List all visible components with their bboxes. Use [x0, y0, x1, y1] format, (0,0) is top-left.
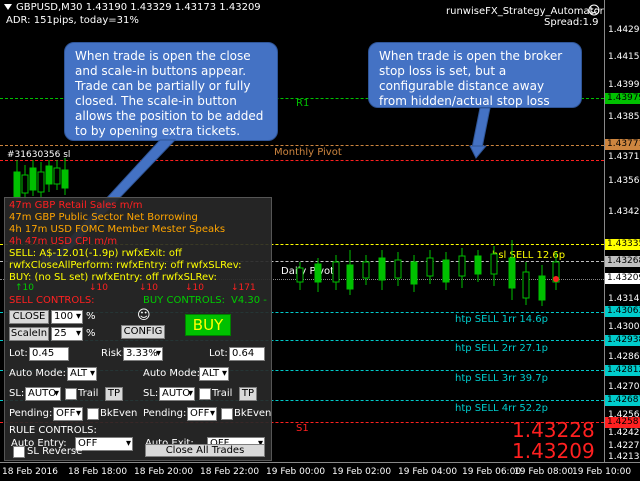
- price-tick: 1.43140: [608, 294, 640, 304]
- config-button[interactable]: CONFIG: [121, 325, 165, 339]
- sell-sl-select[interactable]: AUTO: [25, 387, 61, 401]
- buy-sl-label: SL:: [143, 388, 159, 399]
- time-tick: 18 Feb 2016: [2, 467, 59, 477]
- price-tick: 1.43000: [608, 322, 640, 332]
- rule-controls-title: RULE CONTROLS:: [9, 425, 97, 436]
- scale-in-button[interactable]: ScaleIn: [9, 327, 49, 341]
- sell-auto-mode-label: Auto Mode:: [9, 368, 67, 379]
- status-line-buy: BUY: (no SL set) rwfxEntry: off rwfxSLRe…: [9, 272, 217, 283]
- time-tick: 18 Feb 18:00: [68, 467, 128, 477]
- sell-pending-label: Pending:: [9, 408, 53, 419]
- time-axis: 18 Feb 2016 18 Feb 18:00 18 Feb 20:00 18…: [0, 462, 640, 481]
- version-label: V4.30 -: [231, 295, 267, 306]
- sell-lot-label: Lot:: [9, 348, 28, 359]
- scale-in-percent-select[interactable]: 25: [51, 327, 83, 341]
- time-tick: 18 Feb 20:00: [134, 467, 194, 477]
- signal-arrow-up: ↑10: [15, 283, 34, 293]
- sell-lot-input[interactable]: 0.45: [29, 347, 69, 361]
- hsl-price-tag: 1.43335: [605, 239, 640, 250]
- s1-price-tag: 1.42587: [605, 417, 640, 428]
- buy-bkeven-label: BkEven: [234, 408, 272, 419]
- price-tick: 1.43715: [608, 152, 640, 162]
- price-tick: 1.44290: [608, 25, 640, 35]
- close-percent-unit: %: [86, 311, 96, 322]
- news-item: 4h 17m USD FOMC Member Mester Speaks: [9, 224, 226, 235]
- risk-select[interactable]: 3.33%: [123, 347, 163, 361]
- price-tick: 1.43995: [608, 80, 640, 90]
- sl-reverse-label: SL Reverse: [27, 446, 83, 457]
- strategy-automator-panel: 47m GBP Retail Sales m/m 47m GBP Public …: [4, 197, 272, 461]
- time-tick: 19 Feb 08:00: [514, 467, 574, 477]
- pivot-price-tag: 1.43268: [605, 256, 640, 267]
- price-tick: 1.42270: [608, 441, 640, 451]
- sell-bkeven-label: BkEven: [100, 408, 138, 419]
- buy-trail-label: Trail: [212, 388, 233, 399]
- buy-pending-label: Pending:: [143, 408, 187, 419]
- smiley-icon: ☺: [137, 308, 151, 323]
- buy-auto-mode-label: Auto Mode:: [143, 368, 201, 379]
- sell-trail-checkbox[interactable]: [65, 388, 77, 400]
- signal-arrow-down: ↓10: [185, 283, 204, 293]
- close-all-trades-button[interactable]: Close All Trades: [145, 444, 265, 457]
- htp2-price-tag: 1.42938: [605, 335, 640, 346]
- auto-entry-select[interactable]: OFF: [75, 437, 133, 451]
- buy-tp-button[interactable]: TP: [239, 387, 257, 401]
- buy-button[interactable]: BUY: [185, 314, 231, 336]
- news-item: 47m GBP Retail Sales m/m: [9, 200, 143, 211]
- r1-price-tag: 1.43979: [605, 93, 640, 104]
- status-line-sell: SELL: A$-12.01(-1.9p) rwfxExit: off: [9, 248, 182, 259]
- news-item: 47m GBP Public Sector Net Borrowing: [9, 212, 198, 223]
- htp3-price-tag: 1.42812: [605, 365, 640, 376]
- sell-auto-mode-select[interactable]: ALT: [67, 367, 97, 381]
- buy-trail-checkbox[interactable]: [199, 388, 211, 400]
- scale-in-percent-unit: %: [86, 328, 96, 339]
- price-tick: 1.42130: [608, 452, 640, 462]
- close-button[interactable]: CLOSE: [9, 310, 49, 324]
- signal-arrow-down: ↓171: [231, 283, 256, 293]
- buy-lot-label: Lot:: [209, 348, 228, 359]
- price-tick: 1.42425: [608, 428, 640, 438]
- buy-pending-select[interactable]: OFF: [187, 407, 217, 421]
- signal-arrow-down: ↓10: [139, 283, 158, 293]
- monthly-pivot-price-tag: 1.43771: [605, 139, 640, 150]
- time-tick: 18 Feb 22:00: [200, 467, 260, 477]
- news-item: 4h 47m USD CPI m/m: [9, 236, 118, 247]
- price-tick: 1.44150: [608, 52, 640, 62]
- htp1-price-tag: 1.43063: [605, 306, 640, 317]
- signal-arrow-down: ↓10: [89, 283, 108, 293]
- ask-price: 1.43209: [512, 439, 595, 462]
- buy-auto-mode-select[interactable]: ALT: [199, 367, 229, 381]
- bid-price-tag: 1.43209: [605, 273, 640, 284]
- price-tick: 1.42860: [608, 352, 640, 362]
- buy-lot-input[interactable]: 0.64: [229, 347, 265, 361]
- time-tick: 19 Feb 02:00: [332, 467, 392, 477]
- time-tick: 19 Feb 00:00: [266, 467, 326, 477]
- time-tick: 19 Feb 04:00: [398, 467, 458, 477]
- buy-controls-title: BUY CONTROLS:: [143, 295, 226, 306]
- sl-reverse-checkbox[interactable]: [13, 446, 25, 458]
- price-tick: 1.42705: [608, 382, 640, 392]
- price-axis: 1.44290 1.44150 1.43995 1.43855 1.43715 …: [604, 0, 640, 462]
- time-tick: 19 Feb 10:00: [572, 467, 632, 477]
- buy-sl-select[interactable]: AUTO: [159, 387, 195, 401]
- risk-label: Risk:: [101, 348, 126, 359]
- status-line-close: rwfxCloseAllPerform: rwfxEntry: off rwfx…: [9, 260, 242, 271]
- sell-trail-label: Trail: [78, 388, 99, 399]
- time-tick: 19 Feb 06:00: [462, 467, 522, 477]
- price-tick: 1.43855: [608, 112, 640, 122]
- price-tick: 1.43420: [608, 207, 640, 217]
- sell-tp-button[interactable]: TP: [105, 387, 123, 401]
- buy-bkeven-checkbox[interactable]: [221, 408, 233, 420]
- sell-bkeven-checkbox[interactable]: [87, 408, 99, 420]
- price-tick: 1.43560: [608, 176, 640, 186]
- sell-pending-select[interactable]: OFF: [53, 407, 83, 421]
- close-percent-select[interactable]: 100: [51, 310, 83, 324]
- sell-sl-label: SL:: [9, 388, 25, 399]
- htp4-price-tag: 1.42687: [605, 395, 640, 406]
- sell-controls-title: SELL CONTROLS:: [9, 295, 95, 306]
